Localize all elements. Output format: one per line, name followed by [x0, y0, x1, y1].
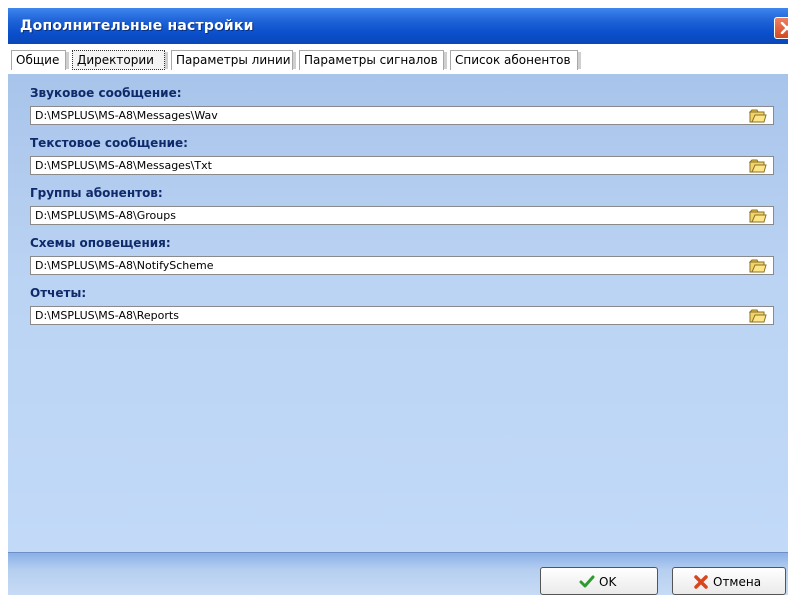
tab-label: Общие [16, 53, 60, 67]
title-bar[interactable]: Дополнительные настройки [8, 8, 788, 44]
cancel-button[interactable]: Отмена [672, 567, 786, 595]
tab-general[interactable]: Общие [11, 50, 69, 70]
tab-strip: Общие Директории Параметры линии Парамет… [8, 44, 788, 74]
folder-icon[interactable] [749, 108, 767, 124]
tab-label: Параметры линии [176, 53, 291, 67]
cancel-button-label: Отмена [713, 575, 762, 589]
close-icon [780, 22, 788, 34]
directories-panel: Звуковое сообщение: D:\MSPLUS\MS-A8\Mess… [8, 74, 788, 552]
cross-icon [694, 575, 708, 589]
settings-dialog: Дополнительные настройки Общие Директори… [0, 0, 788, 595]
sound-message-path-input[interactable]: D:\MSPLUS\MS-A8\Messages\Wav [30, 106, 774, 125]
ok-button[interactable]: OK [540, 567, 658, 595]
reports-label: Отчеты: [30, 286, 87, 300]
notification-schemes-path-input[interactable]: D:\MSPLUS\MS-A8\NotifyScheme [30, 256, 774, 275]
tab-signal-parameters[interactable]: Параметры сигналов [299, 50, 447, 70]
folder-icon[interactable] [749, 308, 767, 324]
tab-line-parameters[interactable]: Параметры линии [171, 50, 296, 70]
sound-message-path-value: D:\MSPLUS\MS-A8\Messages\Wav [35, 109, 218, 122]
subscriber-groups-label: Группы абонентов: [30, 186, 163, 200]
notification-schemes-path-value: D:\MSPLUS\MS-A8\NotifyScheme [35, 259, 214, 272]
close-button[interactable] [774, 17, 788, 39]
tab-directories[interactable]: Директории [72, 50, 168, 70]
text-message-label: Текстовое сообщение: [30, 136, 188, 150]
folder-icon[interactable] [749, 258, 767, 274]
dialog-footer: OK Отмена [8, 552, 788, 595]
reports-path-input[interactable]: D:\MSPLUS\MS-A8\Reports [30, 306, 774, 325]
window-title: Дополнительные настройки [20, 18, 254, 34]
reports-path-value: D:\MSPLUS\MS-A8\Reports [35, 309, 179, 322]
tab-label: Директории [77, 53, 154, 67]
tab-label: Список абонентов [455, 53, 571, 67]
folder-icon[interactable] [749, 158, 767, 174]
text-message-path-input[interactable]: D:\MSPLUS\MS-A8\Messages\Txt [30, 156, 774, 175]
notification-schemes-label: Схемы оповещения: [30, 236, 171, 250]
checkmark-icon [579, 575, 595, 588]
tab-label: Параметры сигналов [304, 53, 438, 67]
tab-subscriber-list[interactable]: Список абонентов [450, 50, 581, 70]
sound-message-label: Звуковое сообщение: [30, 86, 182, 100]
subscriber-groups-path-input[interactable]: D:\MSPLUS\MS-A8\Groups [30, 206, 774, 225]
subscriber-groups-path-value: D:\MSPLUS\MS-A8\Groups [35, 209, 176, 222]
folder-icon[interactable] [749, 208, 767, 224]
text-message-path-value: D:\MSPLUS\MS-A8\Messages\Txt [35, 159, 212, 172]
ok-button-label: OK [599, 575, 617, 589]
